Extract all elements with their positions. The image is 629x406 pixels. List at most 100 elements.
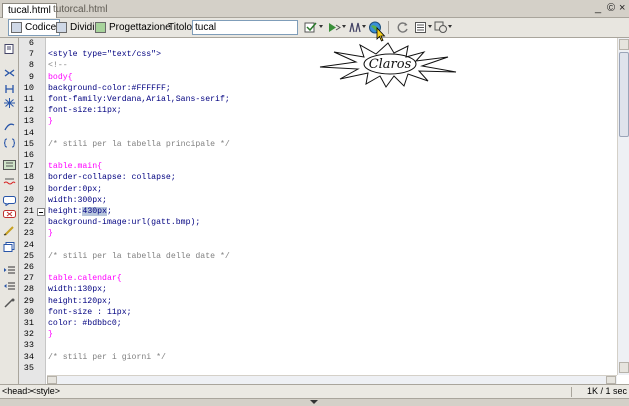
code-line[interactable]: body{ <box>48 72 73 83</box>
wrap-tag-icon[interactable] <box>3 226 16 236</box>
balance-braces-icon[interactable] <box>3 138 16 148</box>
line-number: 28 <box>23 284 34 295</box>
split-view-label: Dividi <box>70 22 95 33</box>
title-label: Titolo: <box>168 22 195 33</box>
file-management-icon[interactable] <box>304 21 318 34</box>
scroll-left-arrow[interactable] <box>47 376 57 384</box>
line-number: 8 <box>28 60 34 71</box>
apply-comment-icon[interactable] <box>3 196 16 206</box>
code-line[interactable]: /* stili per i giorni */ <box>48 352 166 363</box>
close-button[interactable]: × <box>619 2 625 14</box>
claros-logo: Claros <box>319 42 457 88</box>
code-line[interactable]: font-size : 11px; <box>48 307 132 318</box>
code-editor[interactable]: <style type="text/css"> <!-- body{backgrou… <box>47 38 617 375</box>
minimize-button[interactable]: _ <box>595 2 601 14</box>
refresh-icon[interactable] <box>396 21 410 34</box>
coding-toolbar <box>0 38 19 384</box>
code-line[interactable]: /* stili per la tabella principale */ <box>48 139 230 150</box>
code-collapse-toggle[interactable] <box>37 207 45 216</box>
line-number: 21 <box>23 206 34 216</box>
line-number: 32 <box>23 329 34 340</box>
mouse-cursor-icon <box>376 27 386 42</box>
code-line[interactable]: table.calendar{ <box>48 273 122 284</box>
code-line[interactable]: /* stili per la tabella delle date */ <box>48 251 230 262</box>
code-line[interactable]: border-collapse: collapse; <box>48 172 176 183</box>
code-line[interactable]: font-size:11px; <box>48 105 122 116</box>
visual-aids-icon[interactable] <box>434 21 448 34</box>
code-line[interactable]: background-image:url(gatt.bmp); <box>48 217 200 228</box>
line-number: 19 <box>23 183 34 194</box>
debug-icon[interactable] <box>348 21 362 34</box>
code-line[interactable]: } <box>48 228 53 239</box>
expand-all-icon[interactable] <box>3 98 16 108</box>
tab-tutorcal[interactable]: tutorcal.html <box>48 3 112 18</box>
highlight-invalid-code-icon[interactable] <box>3 176 16 186</box>
format-source-icon[interactable] <box>3 298 16 308</box>
selected-text[interactable]: 430px <box>82 207 107 216</box>
line-number: 16 <box>23 150 34 160</box>
status-bar: <head> <style> 1K / 1 sec <box>0 384 629 398</box>
collapse-tag-icon[interactable] <box>3 68 16 78</box>
horizontal-scrollbar[interactable] <box>47 375 617 384</box>
chevron-down-icon[interactable] <box>428 25 432 28</box>
expand-arrow-icon[interactable] <box>310 400 318 404</box>
design-view-icon <box>95 22 106 33</box>
remove-comment-icon[interactable] <box>3 210 16 220</box>
line-number: 7 <box>28 49 34 60</box>
outdent-code-icon[interactable] <box>3 282 16 292</box>
code-line[interactable]: width:300px; <box>48 195 107 206</box>
scroll-down-arrow[interactable] <box>619 362 629 373</box>
line-number: 33 <box>23 340 34 351</box>
code-line[interactable]: color: #bdbbc0; <box>48 318 122 329</box>
open-documents-icon[interactable] <box>3 44 16 54</box>
line-number: 25 <box>23 250 34 261</box>
download-size-info: 1K / 1 sec <box>587 386 628 396</box>
code-line[interactable]: } <box>48 116 53 127</box>
code-line[interactable]: height:430px; <box>48 206 112 217</box>
preview-icon[interactable] <box>327 21 341 34</box>
split-view-icon <box>56 22 67 33</box>
title-input[interactable] <box>192 20 298 35</box>
line-number: 6 <box>28 38 34 48</box>
code-line[interactable]: width:130px; <box>48 284 107 295</box>
line-number: 14 <box>23 127 34 138</box>
restore-button[interactable]: © <box>607 2 615 14</box>
line-numbers-icon[interactable] <box>3 160 16 170</box>
chevron-down-icon[interactable] <box>319 25 323 28</box>
collapse-selection-icon[interactable] <box>3 84 16 94</box>
code-line[interactable]: <!-- <box>48 60 68 71</box>
line-number: 10 <box>23 82 34 93</box>
code-line[interactable]: table.main{ <box>48 161 102 172</box>
design-view-button[interactable]: Progettazione <box>92 19 175 36</box>
code-line[interactable]: border:0px; <box>48 184 102 195</box>
line-number: 20 <box>23 194 34 205</box>
tag-selector-style[interactable]: <style> <box>31 386 60 397</box>
code-line[interactable]: <style type="text/css"> <box>48 49 161 60</box>
chevron-down-icon[interactable] <box>342 25 346 28</box>
code-line[interactable]: height:120px; <box>48 296 112 307</box>
status-divider <box>571 387 572 397</box>
line-number: 18 <box>23 172 34 183</box>
code-line[interactable]: } <box>48 329 53 340</box>
recent-snippets-icon[interactable] <box>3 242 16 252</box>
line-number: 27 <box>23 273 34 284</box>
chevron-down-icon[interactable] <box>448 25 452 28</box>
select-parent-tag-icon[interactable] <box>3 122 16 132</box>
view-options-icon[interactable] <box>414 21 428 34</box>
line-number: 15 <box>23 138 34 149</box>
code-line[interactable]: background-color:#FFFFFF; <box>48 83 171 94</box>
vertical-scroll-thumb[interactable] <box>619 52 629 137</box>
toolbar-divider <box>388 21 389 34</box>
vertical-scrollbar[interactable] <box>617 38 629 375</box>
line-number: 12 <box>23 105 34 116</box>
code-line[interactable]: font-family:Verdana,Arial,Sans-serif; <box>48 94 230 105</box>
scroll-up-arrow[interactable] <box>619 39 629 50</box>
scroll-right-arrow[interactable] <box>606 376 616 384</box>
panel-expander-bar[interactable] <box>0 398 629 406</box>
document-tab-bar: tucal.html tutorcal.html _ © × <box>0 0 629 18</box>
chevron-down-icon[interactable] <box>362 25 366 28</box>
design-view-label: Progettazione <box>109 22 171 33</box>
indent-code-icon[interactable] <box>3 266 16 276</box>
line-number: 22 <box>23 217 34 228</box>
tag-selector-head[interactable]: <head> <box>2 386 33 397</box>
